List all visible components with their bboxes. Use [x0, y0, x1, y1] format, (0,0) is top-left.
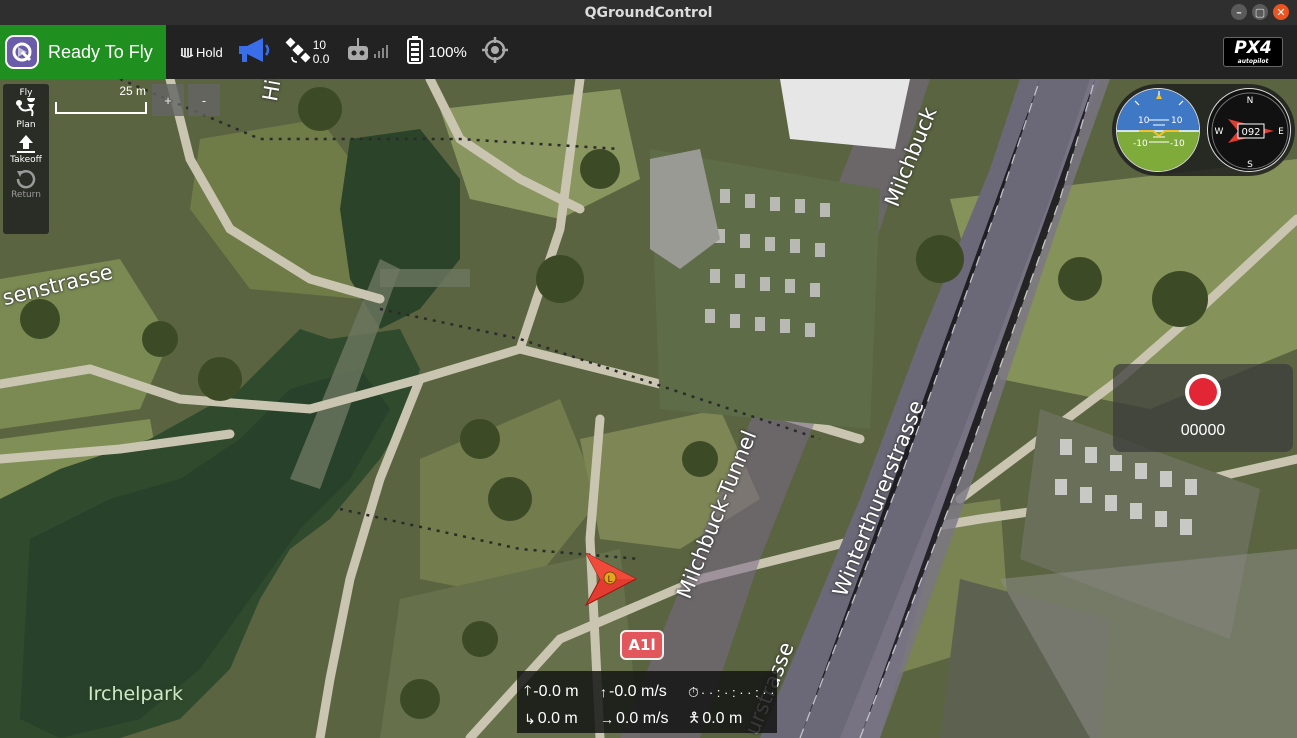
- battery-indicator[interactable]: 100%: [407, 36, 467, 68]
- home-distance-value: 0.0 m: [702, 710, 743, 727]
- return-button[interactable]: Return: [3, 168, 49, 200]
- telemetry-row-1: 🡑 -0.0 m ↑ -0.0 m/s ⏱ · · : · : · · : · …: [524, 680, 775, 704]
- px4-logo: PX4 autopilot: [1223, 37, 1283, 67]
- distance-cell: ↳ 0.0 m: [524, 707, 600, 731]
- ground-speed-value: 0.0 m/s: [616, 710, 669, 727]
- fly-toolstrip: Fly Plan Takeoff Return: [3, 84, 49, 234]
- pitch-label-down-right: -10: [1170, 139, 1185, 149]
- takeoff-icon: [14, 133, 38, 155]
- telemetry-panel[interactable]: 🡑 -0.0 m ↑ -0.0 m/s ⏱ · · : · : · · : · …: [517, 671, 777, 733]
- vehicle-marker-label: L: [607, 575, 612, 585]
- flight-mode-label: Hold: [196, 44, 223, 60]
- plan-route-icon: [14, 98, 38, 120]
- satellite-icon: [285, 37, 311, 67]
- compass-indicator: N E S W 092: [1207, 88, 1291, 172]
- takeoff-label: Takeoff: [10, 155, 42, 165]
- record-icon: [1189, 378, 1217, 406]
- record-time: 00000: [1180, 422, 1226, 439]
- px4-brand: PX4: [1234, 38, 1272, 58]
- zoom-out-button[interactable]: -: [188, 84, 220, 116]
- vertical-speed-icon: ↑: [600, 684, 607, 700]
- px4-brand-sub: autopilot: [1237, 58, 1269, 65]
- flight-time-value: · · : · : · · : · ·: [700, 684, 775, 700]
- vertical-speed-cell: ↑ -0.0 m/s: [600, 680, 688, 704]
- window-title: QGroundControl: [584, 4, 713, 21]
- stopwatch-icon: ⏱: [688, 683, 699, 700]
- flight-mode-selector[interactable]: Hold: [180, 43, 223, 62]
- instrument-panel[interactable]: 10 10 -10 -10 N E S W 092: [1112, 84, 1295, 176]
- video-panel: 00000: [1113, 364, 1293, 452]
- ground-speed-cell: → 0.0 m/s: [600, 707, 688, 731]
- takeoff-button[interactable]: Takeoff: [3, 133, 49, 165]
- megaphone-icon: [237, 36, 271, 68]
- map-view[interactable]: senstrasse Hi Milchbuck Milchbuck-Tunnel…: [0, 79, 1297, 738]
- compass-w: W: [1215, 127, 1224, 137]
- rtk-indicator[interactable]: [481, 36, 509, 68]
- scale-bar: [55, 102, 147, 114]
- pitch-label-up-right: 10: [1171, 116, 1183, 126]
- vehicle-marker[interactable]: L: [582, 551, 638, 609]
- park-label: Irchelpark: [88, 683, 183, 705]
- record-button[interactable]: [1185, 374, 1221, 410]
- gps-indicator[interactable]: 10 0.0: [285, 37, 330, 67]
- gps-readout: 10 0.0: [313, 38, 330, 66]
- crosshair-icon: [481, 36, 509, 68]
- minimize-icon[interactable]: –: [1231, 4, 1247, 20]
- qgc-logo-icon[interactable]: [5, 35, 39, 69]
- street-label-top: Hi: [258, 79, 286, 104]
- compass-s: S: [1247, 160, 1253, 170]
- window-titlebar: QGroundControl – ▢ ✕: [0, 0, 1297, 25]
- pitch-label-down-left: -10: [1133, 139, 1148, 149]
- rc-rssi-indicator[interactable]: [347, 38, 389, 66]
- highway-shield: A1l: [620, 630, 664, 660]
- window-controls: – ▢ ✕: [1231, 4, 1289, 20]
- return-label: Return: [11, 190, 41, 200]
- ready-status[interactable]: Ready To Fly: [0, 25, 166, 79]
- telemetry-row-2: ↳ 0.0 m → 0.0 m/s 🯅 0.0 m: [524, 707, 742, 731]
- altitude-value: -0.0 m: [533, 683, 579, 700]
- altitude-icon: 🡑: [524, 682, 532, 698]
- hold-mode-icon: [180, 43, 194, 62]
- battery-icon: [407, 36, 424, 68]
- altitude-cell: 🡑 -0.0 m: [524, 680, 600, 704]
- pitch-label-up-left: 10: [1138, 116, 1150, 126]
- flight-time-cell: ⏱ · · : · : · · : · ·: [688, 680, 775, 704]
- scale-text: 25 m: [119, 84, 146, 98]
- plan-button[interactable]: Plan: [3, 98, 49, 130]
- compass-n: N: [1247, 96, 1254, 106]
- gps-hdop: 0.0: [312, 52, 330, 66]
- messages-indicator[interactable]: [237, 36, 271, 68]
- rc-transmitter-icon: [347, 38, 369, 66]
- compass-e: E: [1278, 127, 1284, 137]
- close-icon[interactable]: ✕: [1273, 4, 1289, 20]
- ready-to-fly-label: Ready To Fly: [48, 41, 153, 62]
- map-scale: 25 m: [55, 84, 150, 116]
- return-icon: [14, 168, 38, 190]
- plan-label: Plan: [16, 120, 36, 130]
- person-icon: 🯅: [688, 709, 701, 725]
- vertical-speed-value: -0.0 m/s: [609, 683, 667, 700]
- heading-readout: 092: [1241, 127, 1260, 138]
- attitude-indicator: 10 10 -10 -10: [1116, 88, 1200, 172]
- toolstrip-header: Fly: [19, 88, 33, 98]
- ground-speed-icon: →: [600, 711, 614, 727]
- satellite-count: 10: [312, 38, 327, 52]
- main-toolbar: Ready To Fly Hold 10 0.0 100% PX4 autopi…: [0, 25, 1297, 79]
- distance-icon: ↳: [524, 710, 536, 727]
- distance-value: 0.0 m: [537, 710, 578, 727]
- signal-bars-icon: [373, 43, 389, 62]
- zoom-in-button[interactable]: +: [152, 84, 184, 116]
- battery-percent: 100%: [428, 43, 467, 61]
- maximize-icon[interactable]: ▢: [1252, 4, 1268, 20]
- home-distance-cell: 🯅 0.0 m: [688, 707, 742, 731]
